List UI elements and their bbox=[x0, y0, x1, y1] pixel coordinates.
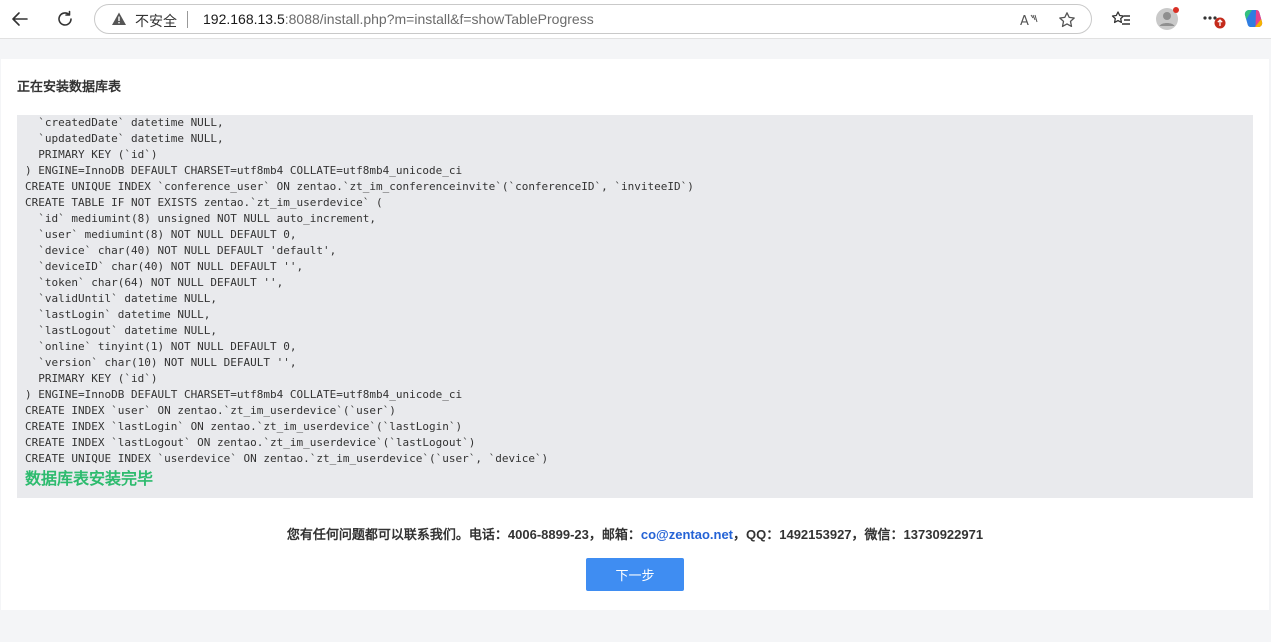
log-line: `lastLogin` datetime NULL, bbox=[25, 308, 211, 321]
url-host: 192.168.13.5 bbox=[203, 11, 285, 27]
log-line: CREATE UNIQUE INDEX `conference_user` ON… bbox=[25, 180, 694, 193]
log-line: `lastLogout` datetime NULL, bbox=[25, 324, 218, 337]
contact-info: 您有任何问题都可以联系我们。电话：4006-8899-23，邮箱：co@zent… bbox=[1, 524, 1269, 543]
read-aloud-icon[interactable]: A bbox=[1019, 10, 1039, 30]
url-text[interactable]: 192.168.13.5:8088/install.php?m=install&… bbox=[203, 11, 594, 27]
log-line: CREATE TABLE IF NOT EXISTS zentao.`zt_im… bbox=[25, 196, 383, 209]
log-line: CREATE INDEX `lastLogin` ON zentao.`zt_i… bbox=[25, 420, 463, 433]
address-bar[interactable]: 不安全 192.168.13.5:8088/install.php?m=inst… bbox=[94, 4, 1092, 34]
log-line: PRIMARY KEY (`id`) bbox=[25, 372, 158, 385]
profile-icon[interactable] bbox=[1153, 5, 1181, 33]
insecure-label[interactable]: 不安全 bbox=[135, 11, 177, 31]
log-line: PRIMARY KEY (`id`) bbox=[25, 148, 158, 161]
log-line: CREATE INDEX `user` ON zentao.`zt_im_use… bbox=[25, 404, 396, 417]
install-panel: 正在安装数据库表 `createdDate` datetime NULL, `u… bbox=[1, 59, 1269, 610]
log-line: `user` mediumint(8) NOT NULL DEFAULT 0, bbox=[25, 228, 297, 241]
browser-toolbar: 不安全 192.168.13.5:8088/install.php?m=inst… bbox=[0, 0, 1271, 39]
contact-email-link[interactable]: co@zentao.net bbox=[641, 527, 733, 542]
log-line: `deviceID` char(40) NOT NULL DEFAULT '', bbox=[25, 260, 304, 273]
log-line: `token` char(64) NOT NULL DEFAULT '', bbox=[25, 276, 284, 289]
install-log[interactable]: `createdDate` datetime NULL, `updatedDat… bbox=[17, 115, 1253, 498]
log-line: `device` char(40) NOT NULL DEFAULT 'defa… bbox=[25, 244, 337, 257]
log-line: ) ENGINE=InnoDB DEFAULT CHARSET=utf8mb4 … bbox=[25, 388, 463, 401]
favorites-icon[interactable] bbox=[1107, 5, 1135, 33]
install-complete-message: 数据库表安装完毕 bbox=[25, 469, 154, 488]
log-lines: `createdDate` datetime NULL, `updatedDat… bbox=[25, 115, 1245, 490]
log-line: `validUntil` datetime NULL, bbox=[25, 292, 218, 305]
log-line: `updatedDate` datetime NULL, bbox=[25, 132, 224, 145]
page-title: 正在安装数据库表 bbox=[17, 79, 122, 94]
svg-text:A: A bbox=[1020, 14, 1029, 28]
log-line: `createdDate` datetime NULL, bbox=[25, 116, 224, 129]
back-arrow-icon[interactable] bbox=[6, 5, 34, 33]
warning-icon[interactable] bbox=[111, 11, 127, 27]
star-icon[interactable] bbox=[1057, 10, 1077, 30]
refresh-icon[interactable] bbox=[51, 5, 79, 33]
log-line: `version` char(10) NOT NULL DEFAULT '', bbox=[25, 356, 297, 369]
log-line: `online` tinyint(1) NOT NULL DEFAULT 0, bbox=[25, 340, 297, 353]
next-step-button[interactable]: 下一步 bbox=[586, 558, 684, 591]
copilot-icon[interactable] bbox=[1240, 5, 1268, 33]
log-line: `id` mediumint(8) unsigned NOT NULL auto… bbox=[25, 212, 376, 225]
contact-prefix: 您有任何问题都可以联系我们。电话：4006-8899-23，邮箱： bbox=[286, 527, 641, 542]
contact-suffix: ，QQ：1492153927，微信：13730922971 bbox=[733, 527, 984, 542]
log-line: CREATE UNIQUE INDEX `userdevice` ON zent… bbox=[25, 452, 549, 465]
url-path: :8088/install.php?m=install&f=showTableP… bbox=[284, 11, 594, 27]
log-line: CREATE INDEX `lastLogout` ON zentao.`zt_… bbox=[25, 436, 476, 449]
address-divider bbox=[187, 11, 188, 28]
more-icon[interactable] bbox=[1199, 5, 1227, 33]
log-line: ) ENGINE=InnoDB DEFAULT CHARSET=utf8mb4 … bbox=[25, 164, 463, 177]
